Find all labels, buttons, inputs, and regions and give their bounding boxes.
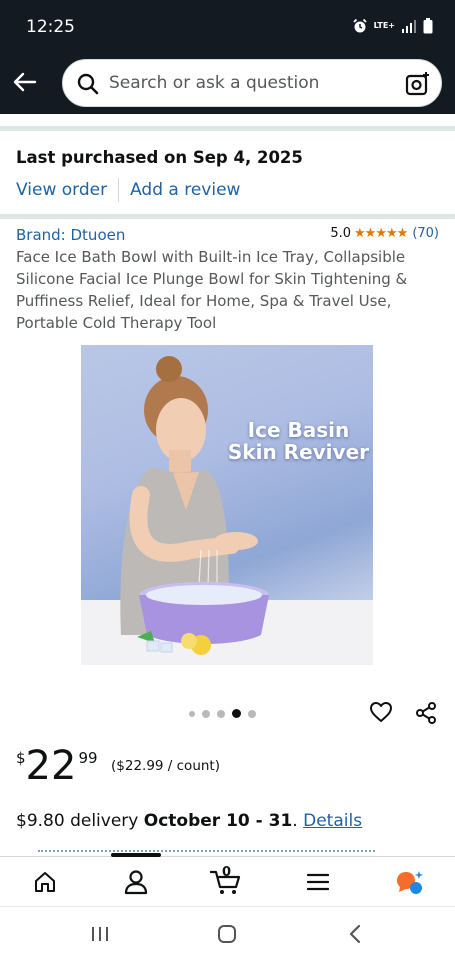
signal-icon xyxy=(402,20,416,33)
rating-summary[interactable]: 5.0 ★★★★★ (70) xyxy=(330,226,439,241)
network-type: LTE+ xyxy=(373,21,395,30)
heart-icon xyxy=(370,702,392,722)
camera-lens-icon[interactable] xyxy=(405,71,431,97)
recent-apps-button[interactable] xyxy=(85,922,115,946)
image-overlay-text: Ice Basin Skin Reviver xyxy=(228,419,369,463)
search-icon xyxy=(77,73,99,95)
delivery-prefix: $9.80 delivery xyxy=(16,811,144,831)
chevron-left-icon xyxy=(349,924,361,944)
delivery-suffix: . xyxy=(292,811,304,831)
price-whole: 22 xyxy=(25,743,77,789)
delivery-info: $9.80 delivery October 10 - 31. Details xyxy=(16,811,362,831)
search-input[interactable] xyxy=(109,60,389,106)
product-image[interactable]: Ice Basin Skin Reviver xyxy=(81,345,373,665)
recent-apps-icon xyxy=(92,927,108,941)
carousel-dot-active[interactable] xyxy=(232,709,241,718)
home-system-button[interactable] xyxy=(212,922,242,946)
partially-hidden-row xyxy=(16,846,376,856)
delivery-dates: October 10 - 31 xyxy=(143,811,293,831)
cart-count: 0 xyxy=(222,865,232,880)
image-text-line2: Skin Reviver xyxy=(227,440,369,464)
home-circle-icon xyxy=(218,925,236,943)
status-bar: 12:25 LTE+ xyxy=(0,0,455,56)
order-links: View order Add a review xyxy=(16,178,240,202)
back-button[interactable] xyxy=(10,67,40,97)
home-icon xyxy=(35,872,55,892)
rating-count: (70) xyxy=(412,226,439,241)
rufus-ai-icon xyxy=(397,871,423,894)
brand-link[interactable]: Brand: Dtuoen xyxy=(16,226,125,244)
last-purchased-text: Last purchased on Sep 4, 2025 xyxy=(16,148,303,167)
nav-menu[interactable] xyxy=(298,867,338,897)
product-photo xyxy=(81,356,373,665)
nav-rufus[interactable] xyxy=(389,867,429,897)
carousel-dot[interactable] xyxy=(217,709,225,718)
link-separator xyxy=(118,178,120,202)
active-tab-indicator xyxy=(111,853,161,857)
share-icon xyxy=(416,702,436,724)
section-divider xyxy=(0,214,455,219)
section-divider xyxy=(0,126,455,131)
system-back-button[interactable] xyxy=(340,922,370,946)
carousel-dot[interactable] xyxy=(202,709,210,718)
nav-account[interactable] xyxy=(116,867,156,897)
rating-value: 5.0 xyxy=(330,226,352,241)
battery-icon xyxy=(423,18,433,34)
nav-cart[interactable]: 0 xyxy=(206,865,246,897)
alarm-icon xyxy=(352,18,367,33)
image-carousel-dots[interactable] xyxy=(189,709,256,718)
carousel-dot[interactable] xyxy=(248,709,256,718)
price: $ 22 99 xyxy=(16,742,98,790)
bottom-nav: 0 xyxy=(0,853,455,906)
search-header xyxy=(0,56,455,114)
status-icons: LTE+ xyxy=(352,18,433,34)
view-order-link[interactable]: View order xyxy=(16,180,107,200)
menu-icon xyxy=(307,873,329,891)
image-text-line1: Ice Basin xyxy=(247,418,350,442)
unit-price: ($22.99 / count) xyxy=(111,758,220,774)
star-rating-icon: ★★★★★ xyxy=(354,226,408,241)
system-nav-bar xyxy=(0,906,455,960)
arrow-left-icon xyxy=(13,72,37,92)
product-title: Face Ice Bath Bowl with Built-in Ice Tra… xyxy=(16,248,408,332)
account-icon xyxy=(124,870,148,895)
add-review-link[interactable]: Add a review xyxy=(130,180,240,200)
price-symbol: $ xyxy=(16,749,26,767)
nav-home[interactable] xyxy=(25,867,65,897)
price-fraction: 99 xyxy=(78,749,98,767)
search-box[interactable] xyxy=(62,59,442,107)
delivery-details-link[interactable]: Details xyxy=(303,811,362,831)
carousel-dot[interactable] xyxy=(189,710,195,717)
status-time: 12:25 xyxy=(26,17,75,37)
share-button[interactable] xyxy=(414,701,438,729)
wishlist-button[interactable] xyxy=(369,701,393,727)
